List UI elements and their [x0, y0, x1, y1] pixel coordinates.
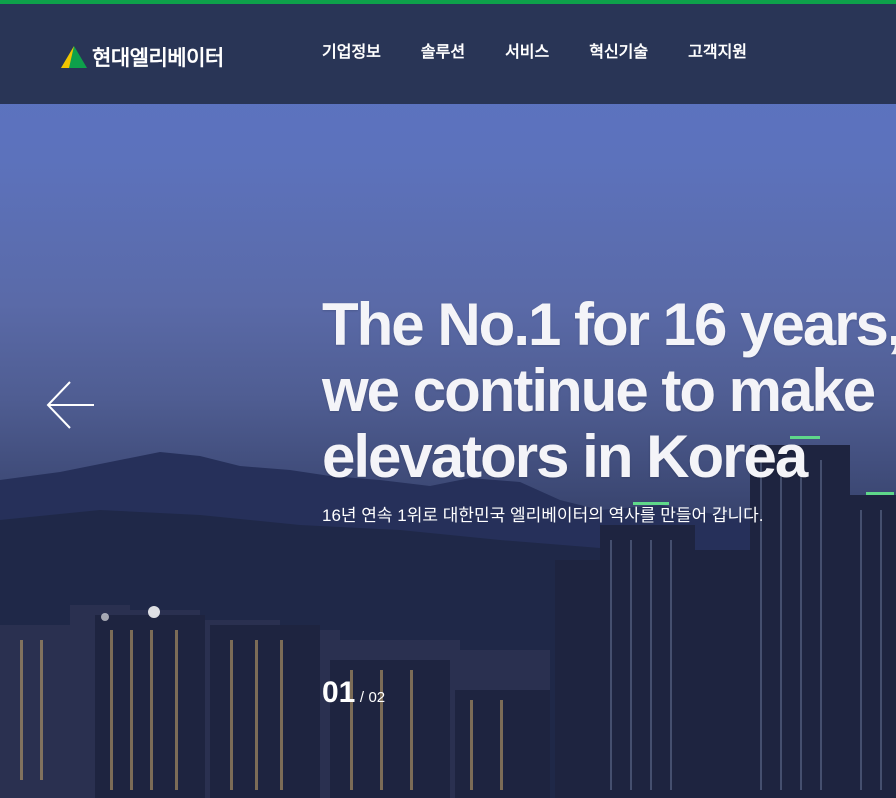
headline-line-3: elevators in Korea [322, 423, 808, 490]
top-accent-line [0, 0, 896, 4]
site-header: 현대엘리베이터 기업정보 솔루션 서비스 혁신기술 고객지원 [0, 4, 896, 104]
hero-subtitle: 16년 연속 1위로 대한민국 엘리베이터의 역사를 만들어 갑니다. [322, 506, 764, 525]
headline-line-2: we continue to make [322, 357, 876, 424]
slide-separator: / [359, 689, 364, 706]
nav-item-innovation[interactable]: 혁신기술 [589, 42, 648, 64]
brand-logo[interactable]: 현대엘리베이터 [60, 42, 224, 72]
slide-total: 02 [368, 689, 386, 706]
main-nav: 기업정보 솔루션 서비스 혁신기술 고객지원 [322, 42, 787, 64]
triangle-logo-icon [61, 46, 87, 68]
hero-headline: The No.1 for 16 years, we continue to ma… [322, 292, 896, 490]
nav-item-company[interactable]: 기업정보 [322, 42, 381, 64]
nav-item-support[interactable]: 고객지원 [688, 42, 747, 64]
headline-line-1: The No.1 for 16 years, [322, 291, 896, 358]
slide-current: 01 [322, 676, 356, 709]
arrow-left-icon [46, 381, 94, 429]
brand-name: 현대엘리베이터 [92, 47, 224, 70]
nav-item-service[interactable]: 서비스 [505, 42, 549, 64]
slide-counter: 01 / 02 [322, 676, 385, 710]
slider-prev-button[interactable] [44, 378, 98, 432]
nav-item-solutions[interactable]: 솔루션 [421, 42, 465, 64]
